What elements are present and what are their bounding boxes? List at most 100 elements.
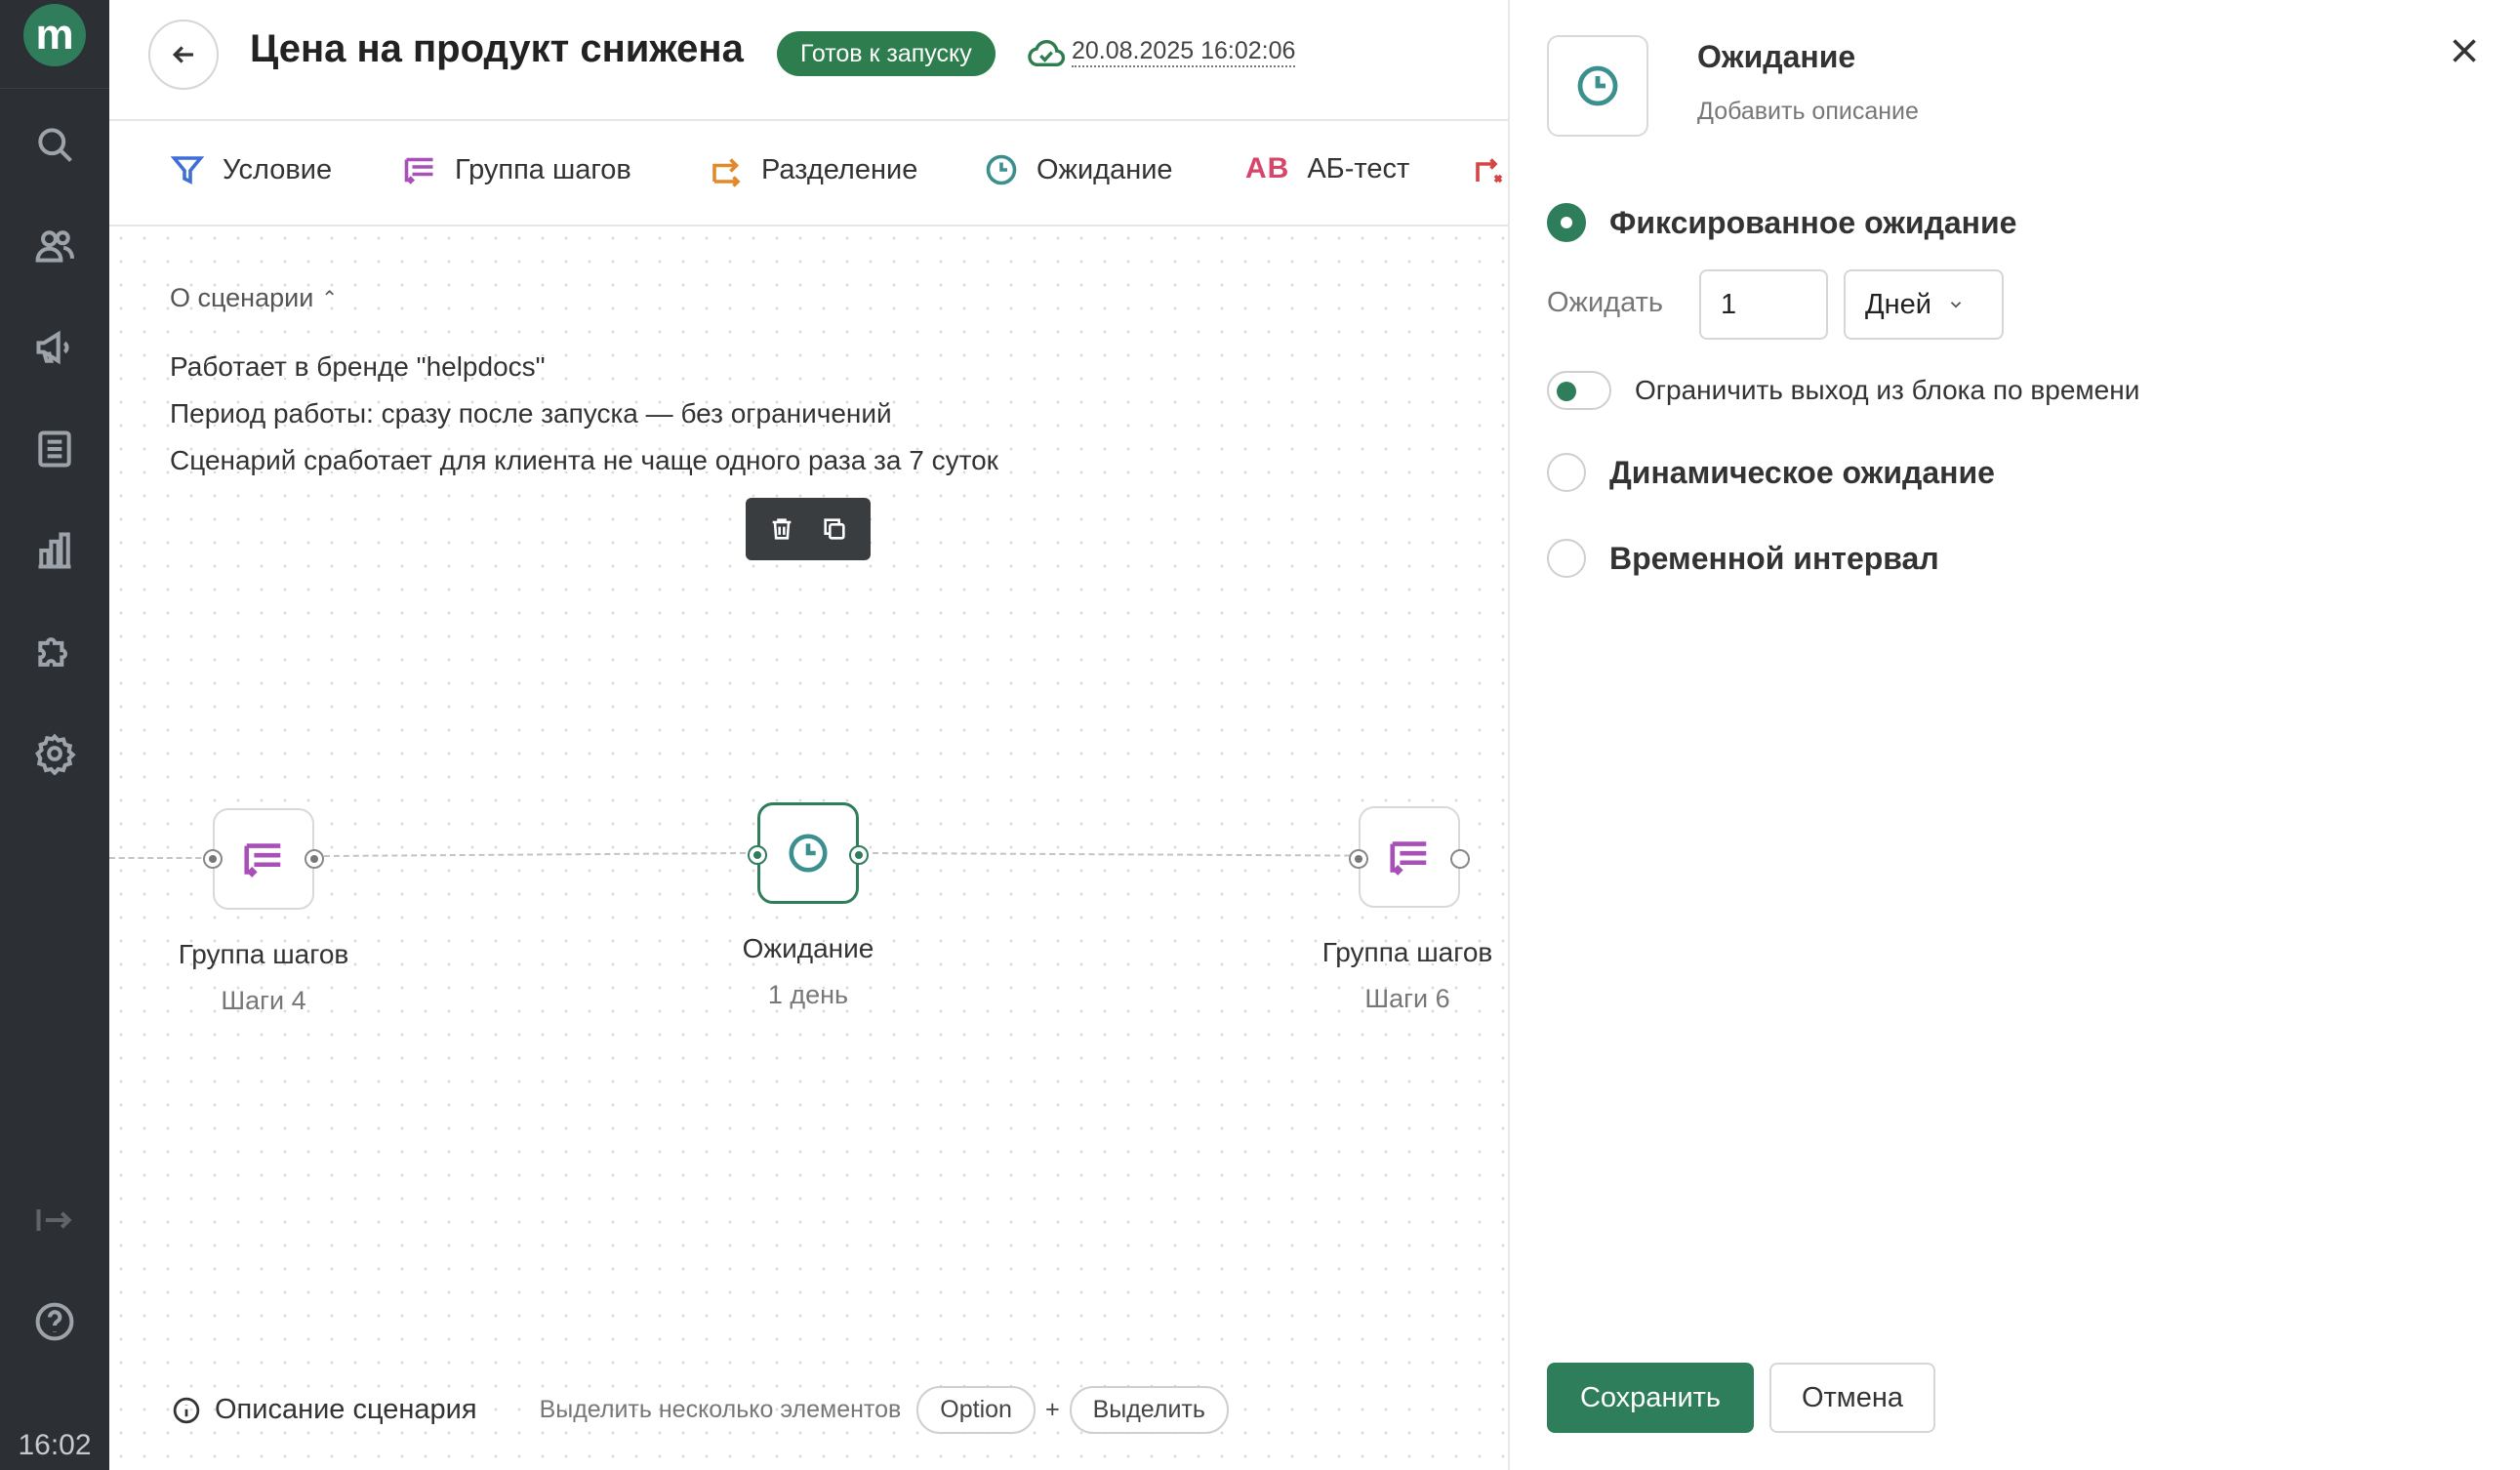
step-group-icon <box>1390 841 1427 876</box>
tool-label: АБ-тест <box>1307 152 1410 184</box>
panel-block-icon <box>1547 35 1648 137</box>
megaphone-icon[interactable] <box>29 322 80 373</box>
clock-icon <box>986 154 1017 185</box>
step-group-icon <box>404 157 433 184</box>
radio-button[interactable] <box>1547 453 1586 492</box>
tool-wait[interactable]: Ожидание <box>984 152 1173 187</box>
radio-time-interval[interactable]: Временной интервал <box>1547 539 1939 578</box>
about-line: Период работы: сразу после запуска — без… <box>170 398 892 429</box>
page-title: Цена на продукт снижена <box>250 27 744 70</box>
search-icon[interactable] <box>29 119 80 170</box>
tool-exit[interactable] <box>1472 152 1507 187</box>
arrow-left-icon <box>172 46 193 63</box>
back-button[interactable] <box>148 20 219 90</box>
main-area: Цена на продукт снижена Готов к запуску … <box>109 0 1508 1470</box>
scenario-canvas[interactable]: О сценарии ⌃ Работает в бренде "helpdocs… <box>109 226 1508 1470</box>
tool-step-group[interactable]: Группа шагов <box>402 152 631 187</box>
wait-unit-select[interactable]: Дней <box>1844 269 2004 340</box>
split-icon <box>712 158 741 187</box>
sidebar-divider <box>0 88 109 89</box>
tool-ab-test[interactable]: AB АБ-тест <box>1245 152 1409 185</box>
cancel-button[interactable]: Отмена <box>1769 1363 1935 1433</box>
key-plus: + <box>1044 1396 1060 1423</box>
radio-label: Временной интервал <box>1609 540 1939 576</box>
key-select: Выделить <box>1069 1386 1229 1434</box>
puzzle-icon[interactable] <box>29 627 80 677</box>
tool-split[interactable]: Разделение <box>709 152 917 187</box>
chevron-down-icon <box>1950 302 1962 308</box>
node-title: Ожидание <box>742 933 874 963</box>
node-wait[interactable] <box>757 802 859 904</box>
about-line: Сценарий сработает для клиента не чаще о… <box>170 445 998 475</box>
node-actions-toolbar <box>746 498 871 560</box>
wait-amount-input[interactable] <box>1699 269 1828 340</box>
wait-settings-panel: Ожидание Добавить описание Фиксированное… <box>1508 0 2520 1470</box>
tool-label: Ожидание <box>1036 153 1173 185</box>
trash-icon[interactable] <box>768 515 795 543</box>
node-input-port[interactable] <box>203 849 223 869</box>
saved-timestamp[interactable]: 20.08.2025 16:02:06 <box>1072 37 1296 67</box>
cloud-check-icon <box>1027 37 1066 70</box>
header: Цена на продукт снижена Готов к запуску … <box>109 0 1508 121</box>
about-line: Работает в бренде "helpdocs" <box>170 351 546 382</box>
node-step-group[interactable] <box>213 808 314 910</box>
block-toolbar: Условие Группа шагов Разделение Ожидание… <box>109 121 1508 226</box>
limit-exit-toggle[interactable] <box>1547 371 1611 410</box>
node-subtitle: 1 день <box>767 980 849 1009</box>
wait-unit-value: Дней <box>1865 288 1931 320</box>
limit-exit-toggle-row[interactable]: Ограничить выход из блока по времени <box>1547 371 2139 410</box>
exit-block-icon <box>1476 158 1503 184</box>
clock-time: 16:02 <box>18 1429 92 1461</box>
toggle-label: Ограничить выход из блока по времени <box>1635 375 2140 405</box>
chart-icon[interactable] <box>29 525 80 576</box>
tool-condition[interactable]: Условие <box>170 152 332 187</box>
node-subtitle: Шаги 4 <box>221 986 306 1015</box>
info-icon <box>173 1397 200 1423</box>
radio-button[interactable] <box>1547 203 1586 242</box>
radio-label: Фиксированное ожидание <box>1609 204 2017 240</box>
help-icon[interactable] <box>29 1296 80 1347</box>
node-output-port[interactable] <box>305 849 324 869</box>
document-icon[interactable] <box>29 424 80 474</box>
node-step-group[interactable] <box>1359 806 1460 908</box>
radio-dynamic-wait[interactable]: Динамическое ожидание <box>1547 453 1995 492</box>
radio-button[interactable] <box>1547 539 1586 578</box>
multiselect-hint: Выделить несколько элементов <box>539 1396 902 1423</box>
panel-description-input[interactable]: Добавить описание <box>1697 98 1919 126</box>
node-input-port[interactable] <box>1349 849 1368 869</box>
description-link-label: Описание сценария <box>215 1394 477 1425</box>
node-output-port[interactable] <box>1450 849 1470 869</box>
gear-icon[interactable] <box>29 728 80 779</box>
about-scenario-toggle[interactable]: О сценарии ⌃ <box>170 283 338 313</box>
node-input-port[interactable] <box>748 845 767 865</box>
chevron-up-icon: ⌃ <box>321 288 339 309</box>
ab-test-icon: AB <box>1245 152 1290 184</box>
save-button[interactable]: Сохранить <box>1547 1363 1754 1433</box>
app-logo[interactable]: m <box>23 4 86 66</box>
edge-incoming <box>109 857 211 859</box>
wait-label: Ожидать <box>1547 287 1663 318</box>
node-output-port[interactable] <box>849 845 869 865</box>
canvas-footer: Описание сценария Выделить несколько эле… <box>172 1386 1229 1434</box>
users-icon[interactable] <box>29 221 80 271</box>
key-option: Option <box>916 1386 1036 1434</box>
panel-title[interactable]: Ожидание <box>1697 39 1855 75</box>
node-subtitle: Шаги 6 <box>1364 984 1450 1013</box>
exit-icon[interactable] <box>29 1195 80 1245</box>
filter-icon <box>170 156 205 184</box>
step-group-icon <box>244 843 281 878</box>
radio-fixed-wait[interactable]: Фиксированное ожидание <box>1547 203 2016 242</box>
about-toggle-label: О сценарии <box>170 283 314 312</box>
tool-label: Условие <box>223 153 333 185</box>
tool-label: Группа шагов <box>455 153 631 185</box>
radio-label: Динамическое ожидание <box>1609 454 1995 490</box>
node-title: Группа шагов <box>1321 937 1493 967</box>
copy-icon[interactable] <box>821 515 848 543</box>
node-title: Группа шагов <box>178 939 349 969</box>
clock-icon <box>789 834 828 873</box>
edge-1 <box>323 851 746 857</box>
close-icon[interactable] <box>2447 33 2482 68</box>
scenario-description-link[interactable]: Описание сценария <box>172 1394 477 1426</box>
tool-label: Разделение <box>761 153 918 185</box>
clock-icon <box>1577 65 1618 106</box>
